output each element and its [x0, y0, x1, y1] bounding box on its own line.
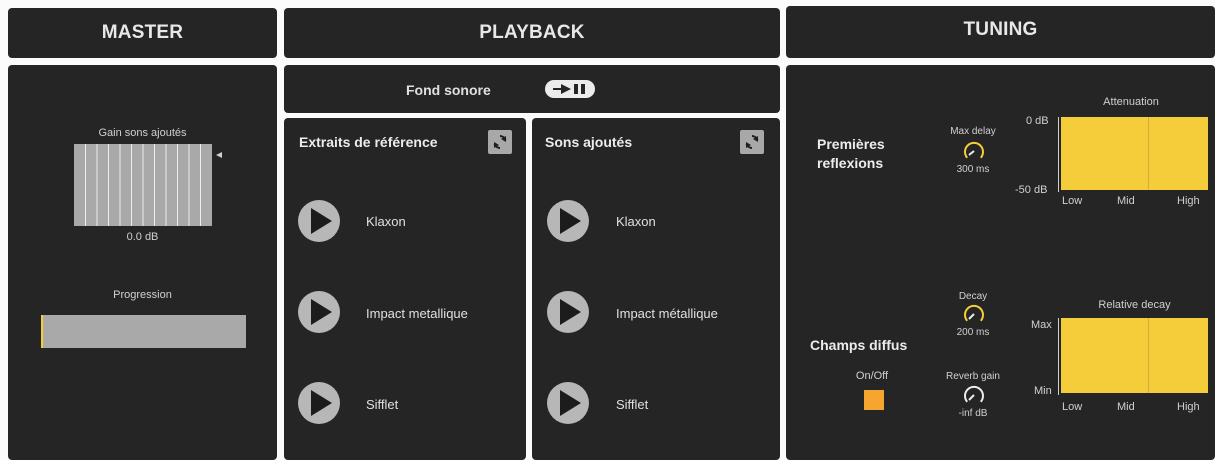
relative-decay-mid-line — [1148, 318, 1149, 393]
play-pause-icon — [553, 84, 585, 94]
master-header: MASTER — [8, 8, 277, 58]
reverb-gain-knob[interactable] — [963, 384, 985, 406]
relative-decay-x-mid: Mid — [1117, 401, 1135, 413]
decay-value: 200 ms — [956, 327, 990, 338]
playback-title: PLAYBACK — [479, 22, 585, 43]
max-delay-value: 300 ms — [956, 164, 990, 175]
added-panel: Sons ajoutés Klaxon Impact métallique Si… — [532, 118, 780, 460]
attenuation-y-bottom: -50 dB — [1015, 184, 1048, 196]
attenuation-y-top: 0 dB — [1026, 115, 1049, 127]
gain-meter[interactable] — [74, 144, 222, 226]
progress-fill — [41, 315, 43, 348]
added-refresh-button[interactable] — [740, 130, 764, 154]
max-delay-knob[interactable] — [963, 140, 985, 162]
added-item-label: Impact métallique — [616, 306, 718, 321]
attenuation-title: Attenuation — [1103, 96, 1159, 108]
reference-item-label: Sifflet — [366, 397, 399, 412]
knob-icon — [964, 141, 984, 159]
gain-value: 0.0 dB — [126, 231, 159, 243]
early-reflections-title: Premières reflexions — [817, 135, 885, 173]
relative-decay-graph[interactable] — [1061, 318, 1208, 393]
reverb-gain-value: -inf dB — [958, 408, 988, 419]
gain-label: Gain sons ajoutés — [98, 127, 187, 139]
diffuse-title: Champs diffus — [810, 337, 908, 353]
gain-meter-bars — [74, 144, 222, 226]
added-item-label: Klaxon — [616, 214, 656, 229]
knob-icon — [964, 304, 984, 322]
fond-sonore-label: Fond sonore — [406, 82, 491, 98]
decay-label: Decay — [958, 291, 988, 302]
attenuation-x-high: High — [1177, 195, 1200, 207]
decay-knob[interactable] — [963, 303, 985, 325]
tuning-header: TUNING — [786, 6, 1215, 58]
play-icon — [560, 299, 581, 325]
added-play-sifflet-button[interactable] — [547, 382, 589, 424]
fond-sonore-play-pause-button[interactable] — [545, 80, 595, 98]
diffuse-onoff-toggle[interactable] — [864, 390, 884, 410]
reference-item-label: Klaxon — [366, 214, 406, 229]
play-icon — [560, 390, 581, 416]
reference-play-sifflet-button[interactable] — [298, 382, 340, 424]
attenuation-mid-line — [1148, 117, 1149, 190]
reference-play-klaxon-button[interactable] — [298, 200, 340, 242]
knob-icon — [964, 385, 984, 403]
added-title: Sons ajoutés — [545, 134, 633, 150]
reverb-gain-label: Reverb gain — [946, 371, 1000, 382]
gain-pointer-icon — [216, 152, 222, 158]
refresh-icon — [493, 135, 507, 149]
tuning-panel: Premières reflexions Max delay 300 ms At… — [786, 65, 1215, 460]
progress-label: Progression — [113, 289, 172, 301]
progress-bar — [41, 315, 246, 348]
attenuation-axis — [1058, 117, 1059, 192]
attenuation-x-mid: Mid — [1117, 195, 1135, 207]
play-icon — [560, 208, 581, 234]
tuning-title: TUNING — [963, 19, 1038, 40]
refresh-icon — [745, 135, 759, 149]
reference-item-label: Impact metallique — [366, 306, 468, 321]
fond-sonore-bar: Fond sonore — [284, 65, 780, 113]
onoff-label: On/Off — [855, 370, 889, 382]
added-play-impact-button[interactable] — [547, 291, 589, 333]
play-icon — [311, 208, 332, 234]
relative-decay-axis — [1058, 318, 1059, 395]
attenuation-x-low: Low — [1062, 195, 1083, 207]
reference-refresh-button[interactable] — [488, 130, 512, 154]
play-icon — [311, 390, 332, 416]
play-icon — [311, 299, 332, 325]
max-delay-label: Max delay — [950, 126, 996, 137]
relative-decay-x-high: High — [1177, 401, 1200, 413]
master-title: MASTER — [101, 22, 184, 43]
reference-panel: Extraits de référence Klaxon Impact meta… — [284, 118, 526, 460]
attenuation-graph[interactable] — [1061, 117, 1208, 190]
added-item-label: Sifflet — [616, 397, 649, 412]
relative-decay-title: Relative decay — [1098, 299, 1171, 311]
early-title-line2: reflexions — [817, 155, 884, 171]
relative-decay-x-low: Low — [1062, 401, 1083, 413]
relative-decay-y-bottom: Min — [1034, 385, 1052, 397]
reference-title: Extraits de référence — [299, 134, 438, 150]
master-panel: Gain sons ajoutés 0.0 dB Progression — [8, 65, 277, 460]
reference-play-impact-button[interactable] — [298, 291, 340, 333]
early-title-line1: Premières — [817, 136, 885, 152]
playback-header: PLAYBACK — [284, 8, 780, 58]
relative-decay-y-top: Max — [1031, 319, 1052, 331]
added-play-klaxon-button[interactable] — [547, 200, 589, 242]
